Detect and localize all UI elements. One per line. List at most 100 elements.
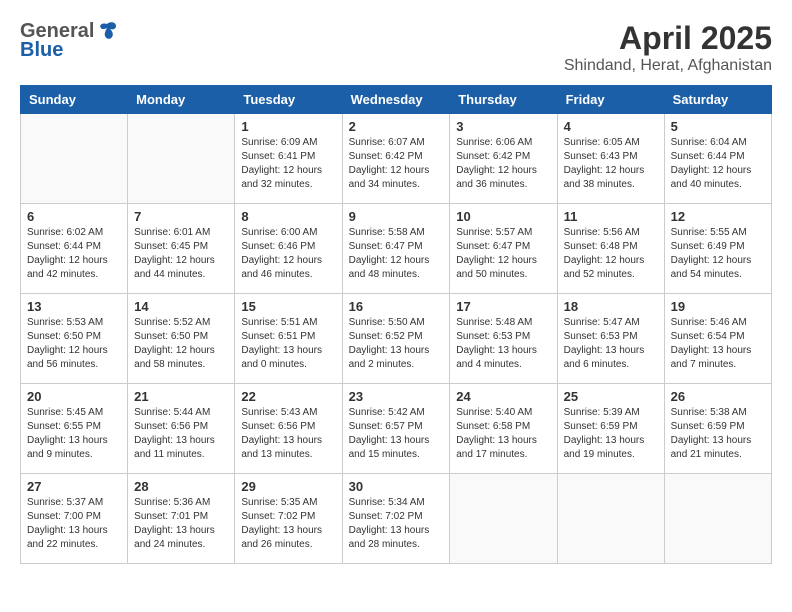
day-sun-info: Sunrise: 5:58 AM Sunset: 6:47 PM Dayligh…: [349, 226, 444, 282]
day-number: 11: [564, 209, 658, 224]
calendar-day-cell: 3Sunrise: 6:06 AM Sunset: 6:42 PM Daylig…: [450, 114, 557, 204]
calendar-header-row: SundayMondayTuesdayWednesdayThursdayFrid…: [21, 86, 772, 114]
calendar-day-cell: 16Sunrise: 5:50 AM Sunset: 6:52 PM Dayli…: [342, 294, 450, 384]
calendar-day-cell: 19Sunrise: 5:46 AM Sunset: 6:54 PM Dayli…: [664, 294, 771, 384]
calendar-week-row: 6 Sunrise: 6:02 AM Sunset: 6:44 PM Daylig…: [21, 204, 772, 294]
day-number: 25: [564, 389, 658, 404]
day-number: 4: [564, 119, 658, 134]
month-title: April 2025: [564, 20, 772, 57]
day-sun-info: Sunrise: 6:09 AM Sunset: 6:41 PM Dayligh…: [241, 136, 335, 192]
day-sun-info: Sunrise: 6:01 AM Sunset: 6:45 PM Dayligh…: [134, 226, 228, 282]
logo-blue: Blue: [20, 39, 63, 62]
day-number: 20: [27, 389, 121, 404]
day-sun-info: Sunrise: 5:46 AM Sunset: 6:54 PM Dayligh…: [671, 316, 765, 372]
calendar-day-cell: 20 Sunrise: 5:45 AM Sunset: 6:55 PM Dayli…: [21, 384, 128, 474]
day-sun-info: Sunrise: 6:07 AM Sunset: 6:42 PM Dayligh…: [349, 136, 444, 192]
day-sun-info: Sunrise: 5:51 AM Sunset: 6:51 PM Dayligh…: [241, 316, 335, 372]
calendar-week-row: 20 Sunrise: 5:45 AM Sunset: 6:55 PM Dayli…: [21, 384, 772, 474]
calendar-day-cell: 27 Sunrise: 5:37 AM Sunset: 7:00 PM Dayli…: [21, 474, 128, 564]
day-sun-info: Sunrise: 5:57 AM Sunset: 6:47 PM Dayligh…: [456, 226, 550, 282]
day-sun-info: Sunrise: 5:35 AM Sunset: 7:02 PM Dayligh…: [241, 496, 335, 552]
day-number: 7: [134, 209, 228, 224]
day-sun-info: Sunrise: 5:53 AM Sunset: 6:50 PM Dayligh…: [27, 316, 121, 372]
calendar-day-cell: 6 Sunrise: 6:02 AM Sunset: 6:44 PM Daylig…: [21, 204, 128, 294]
calendar-day-cell: 14Sunrise: 5:52 AM Sunset: 6:50 PM Dayli…: [128, 294, 235, 384]
calendar-week-row: 27 Sunrise: 5:37 AM Sunset: 7:00 PM Dayli…: [21, 474, 772, 564]
calendar-day-cell: 25 Sunrise: 5:39 AM Sunset: 6:59 PM Dayli…: [557, 384, 664, 474]
calendar-day-cell: 15 Sunrise: 5:51 AM Sunset: 6:51 PM Dayli…: [235, 294, 342, 384]
calendar-day-cell: 2 Sunrise: 6:07 AM Sunset: 6:42 PM Daylig…: [342, 114, 450, 204]
day-number: 10: [456, 209, 550, 224]
day-sun-info: Sunrise: 6:04 AM Sunset: 6:44 PM Dayligh…: [671, 136, 765, 192]
location-title: Shindand, Herat, Afghanistan: [564, 57, 772, 75]
day-sun-info: Sunrise: 5:45 AM Sunset: 6:55 PM Dayligh…: [27, 406, 121, 462]
calendar-day-cell: 4 Sunrise: 6:05 AM Sunset: 6:43 PM Daylig…: [557, 114, 664, 204]
calendar-day-cell: 24 Sunrise: 5:40 AM Sunset: 6:58 PM Dayli…: [450, 384, 557, 474]
calendar-day-cell: 13 Sunrise: 5:53 AM Sunset: 6:50 PM Dayli…: [21, 294, 128, 384]
day-of-week-header: Tuesday: [235, 86, 342, 114]
day-sun-info: Sunrise: 5:55 AM Sunset: 6:49 PM Dayligh…: [671, 226, 765, 282]
calendar-day-cell: 18 Sunrise: 5:47 AM Sunset: 6:53 PM Dayli…: [557, 294, 664, 384]
day-number: 12: [671, 209, 765, 224]
calendar-day-cell: [21, 114, 128, 204]
day-sun-info: Sunrise: 5:37 AM Sunset: 7:00 PM Dayligh…: [27, 496, 121, 552]
day-sun-info: Sunrise: 5:48 AM Sunset: 6:53 PM Dayligh…: [456, 316, 550, 372]
day-number: 14: [134, 299, 228, 314]
day-number: 18: [564, 299, 658, 314]
day-number: 1: [241, 119, 335, 134]
calendar-day-cell: 12 Sunrise: 5:55 AM Sunset: 6:49 PM Dayli…: [664, 204, 771, 294]
day-of-week-header: Thursday: [450, 86, 557, 114]
calendar-day-cell: 23 Sunrise: 5:42 AM Sunset: 6:57 PM Dayli…: [342, 384, 450, 474]
day-number: 16: [349, 299, 444, 314]
day-sun-info: Sunrise: 5:47 AM Sunset: 6:53 PM Dayligh…: [564, 316, 658, 372]
day-sun-info: Sunrise: 5:38 AM Sunset: 6:59 PM Dayligh…: [671, 406, 765, 462]
calendar-day-cell: 22 Sunrise: 5:43 AM Sunset: 6:56 PM Dayli…: [235, 384, 342, 474]
day-number: 6: [27, 209, 121, 224]
day-sun-info: Sunrise: 5:42 AM Sunset: 6:57 PM Dayligh…: [349, 406, 444, 462]
day-number: 26: [671, 389, 765, 404]
day-number: 2: [349, 119, 444, 134]
logo-bird-icon: [96, 20, 118, 42]
calendar-day-cell: 29Sunrise: 5:35 AM Sunset: 7:02 PM Dayli…: [235, 474, 342, 564]
calendar-table: SundayMondayTuesdayWednesdayThursdayFrid…: [20, 85, 772, 564]
day-sun-info: Sunrise: 6:02 AM Sunset: 6:44 PM Dayligh…: [27, 226, 121, 282]
day-of-week-header: Monday: [128, 86, 235, 114]
title-section: April 2025 Shindand, Herat, Afghanistan: [564, 20, 772, 75]
calendar-day-cell: 9Sunrise: 5:58 AM Sunset: 6:47 PM Daylig…: [342, 204, 450, 294]
day-sun-info: Sunrise: 6:00 AM Sunset: 6:46 PM Dayligh…: [241, 226, 335, 282]
calendar-day-cell: 5Sunrise: 6:04 AM Sunset: 6:44 PM Daylig…: [664, 114, 771, 204]
day-sun-info: Sunrise: 5:40 AM Sunset: 6:58 PM Dayligh…: [456, 406, 550, 462]
day-number: 13: [27, 299, 121, 314]
day-sun-info: Sunrise: 5:39 AM Sunset: 6:59 PM Dayligh…: [564, 406, 658, 462]
calendar-day-cell: 11 Sunrise: 5:56 AM Sunset: 6:48 PM Dayli…: [557, 204, 664, 294]
day-of-week-header: Friday: [557, 86, 664, 114]
day-number: 17: [456, 299, 550, 314]
day-number: 24: [456, 389, 550, 404]
calendar-day-cell: [557, 474, 664, 564]
calendar-day-cell: 26 Sunrise: 5:38 AM Sunset: 6:59 PM Dayli…: [664, 384, 771, 474]
day-number: 22: [241, 389, 335, 404]
logo: General Blue: [20, 20, 118, 62]
day-number: 30: [349, 479, 444, 494]
day-number: 8: [241, 209, 335, 224]
calendar-day-cell: 30 Sunrise: 5:34 AM Sunset: 7:02 PM Dayli…: [342, 474, 450, 564]
calendar-day-cell: 21Sunrise: 5:44 AM Sunset: 6:56 PM Dayli…: [128, 384, 235, 474]
day-sun-info: Sunrise: 5:43 AM Sunset: 6:56 PM Dayligh…: [241, 406, 335, 462]
calendar-day-cell: 28Sunrise: 5:36 AM Sunset: 7:01 PM Dayli…: [128, 474, 235, 564]
day-number: 27: [27, 479, 121, 494]
day-sun-info: Sunrise: 5:34 AM Sunset: 7:02 PM Dayligh…: [349, 496, 444, 552]
day-number: 21: [134, 389, 228, 404]
day-number: 28: [134, 479, 228, 494]
calendar-day-cell: [664, 474, 771, 564]
day-number: 15: [241, 299, 335, 314]
day-sun-info: Sunrise: 5:56 AM Sunset: 6:48 PM Dayligh…: [564, 226, 658, 282]
day-sun-info: Sunrise: 6:05 AM Sunset: 6:43 PM Dayligh…: [564, 136, 658, 192]
calendar-day-cell: 17 Sunrise: 5:48 AM Sunset: 6:53 PM Dayli…: [450, 294, 557, 384]
calendar-week-row: 13 Sunrise: 5:53 AM Sunset: 6:50 PM Dayli…: [21, 294, 772, 384]
calendar-day-cell: 10 Sunrise: 5:57 AM Sunset: 6:47 PM Dayli…: [450, 204, 557, 294]
calendar-week-row: 1 Sunrise: 6:09 AM Sunset: 6:41 PM Daylig…: [21, 114, 772, 204]
calendar-day-cell: 1 Sunrise: 6:09 AM Sunset: 6:41 PM Daylig…: [235, 114, 342, 204]
day-of-week-header: Sunday: [21, 86, 128, 114]
day-number: 3: [456, 119, 550, 134]
day-number: 23: [349, 389, 444, 404]
